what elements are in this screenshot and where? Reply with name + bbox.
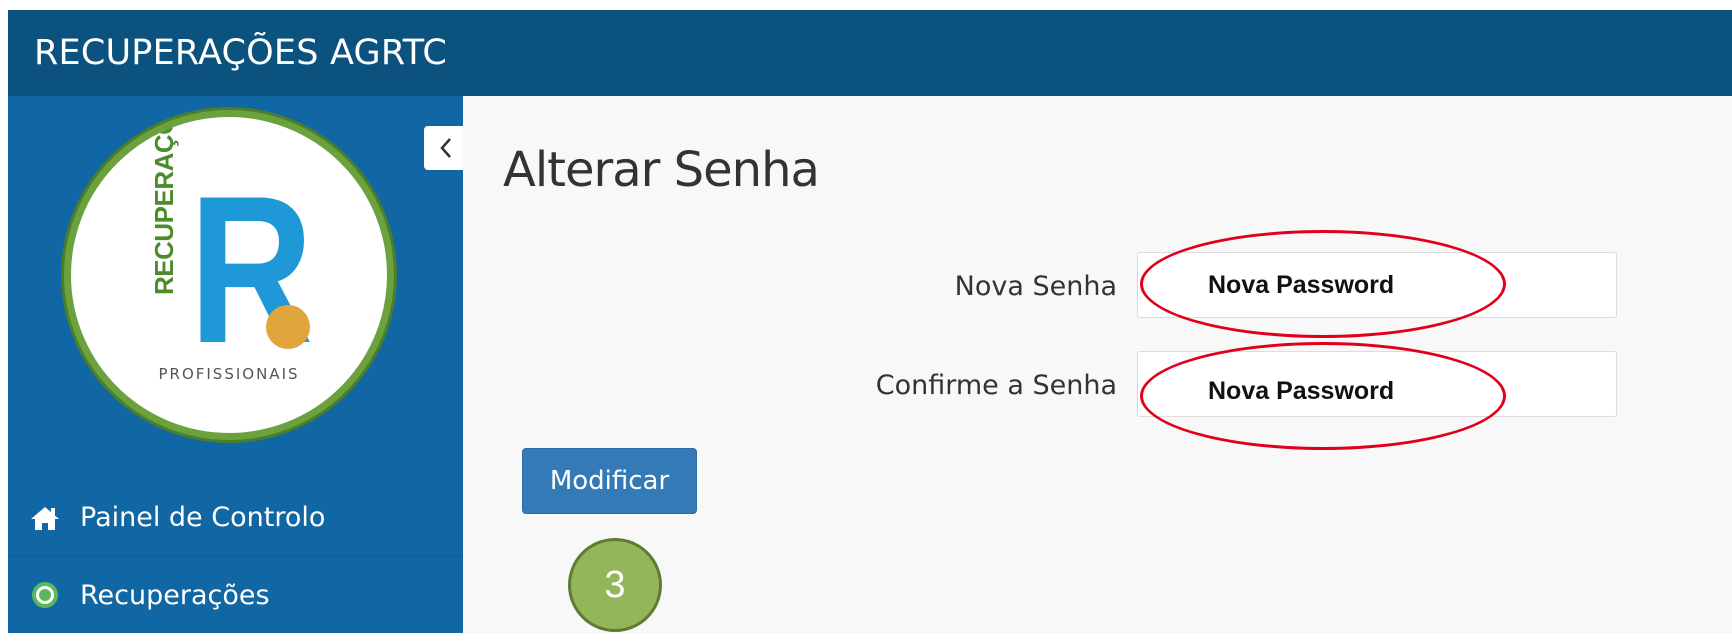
step-number-badge: 3 [568,538,662,632]
new-password-field[interactable] [1137,252,1617,318]
sidebar-item-painel-de-controlo[interactable]: Painel de Controlo [8,480,463,556]
modify-button[interactable]: Modificar [522,448,697,514]
confirm-password-label: Confirme a Senha [875,370,1117,401]
confirm-password-field[interactable] [1137,351,1617,417]
main-content: Alterar Senha Nova Senha Confirme a Senh… [463,96,1732,633]
logo: RECUPERAÇÕES R PROFISSIONAIS [64,110,394,440]
top-bar: RECUPERAÇÕES AGRTC [8,10,1732,96]
sidebar-item-label: Painel de Controlo [80,502,326,533]
app-title: RECUPERAÇÕES AGRTC [34,33,447,73]
sidebar: RECUPERAÇÕES R PROFISSIONAIS Painel de C… [8,96,468,633]
logo-vertical-text: RECUPERAÇÕES [149,110,179,295]
sidebar-collapse-button[interactable] [424,126,468,170]
sidebar-item-recuperacoes[interactable]: Recuperações [8,557,463,633]
new-password-label: Nova Senha [954,271,1117,302]
radio-dot-icon [30,580,80,610]
sidebar-item-label: Recuperações [80,579,270,611]
logo-dot [266,305,310,349]
home-icon [30,505,80,531]
chevron-left-icon [440,138,451,158]
logo-subtitle: PROFISSIONAIS [158,365,300,383]
page-title: Alterar Senha [503,142,820,198]
